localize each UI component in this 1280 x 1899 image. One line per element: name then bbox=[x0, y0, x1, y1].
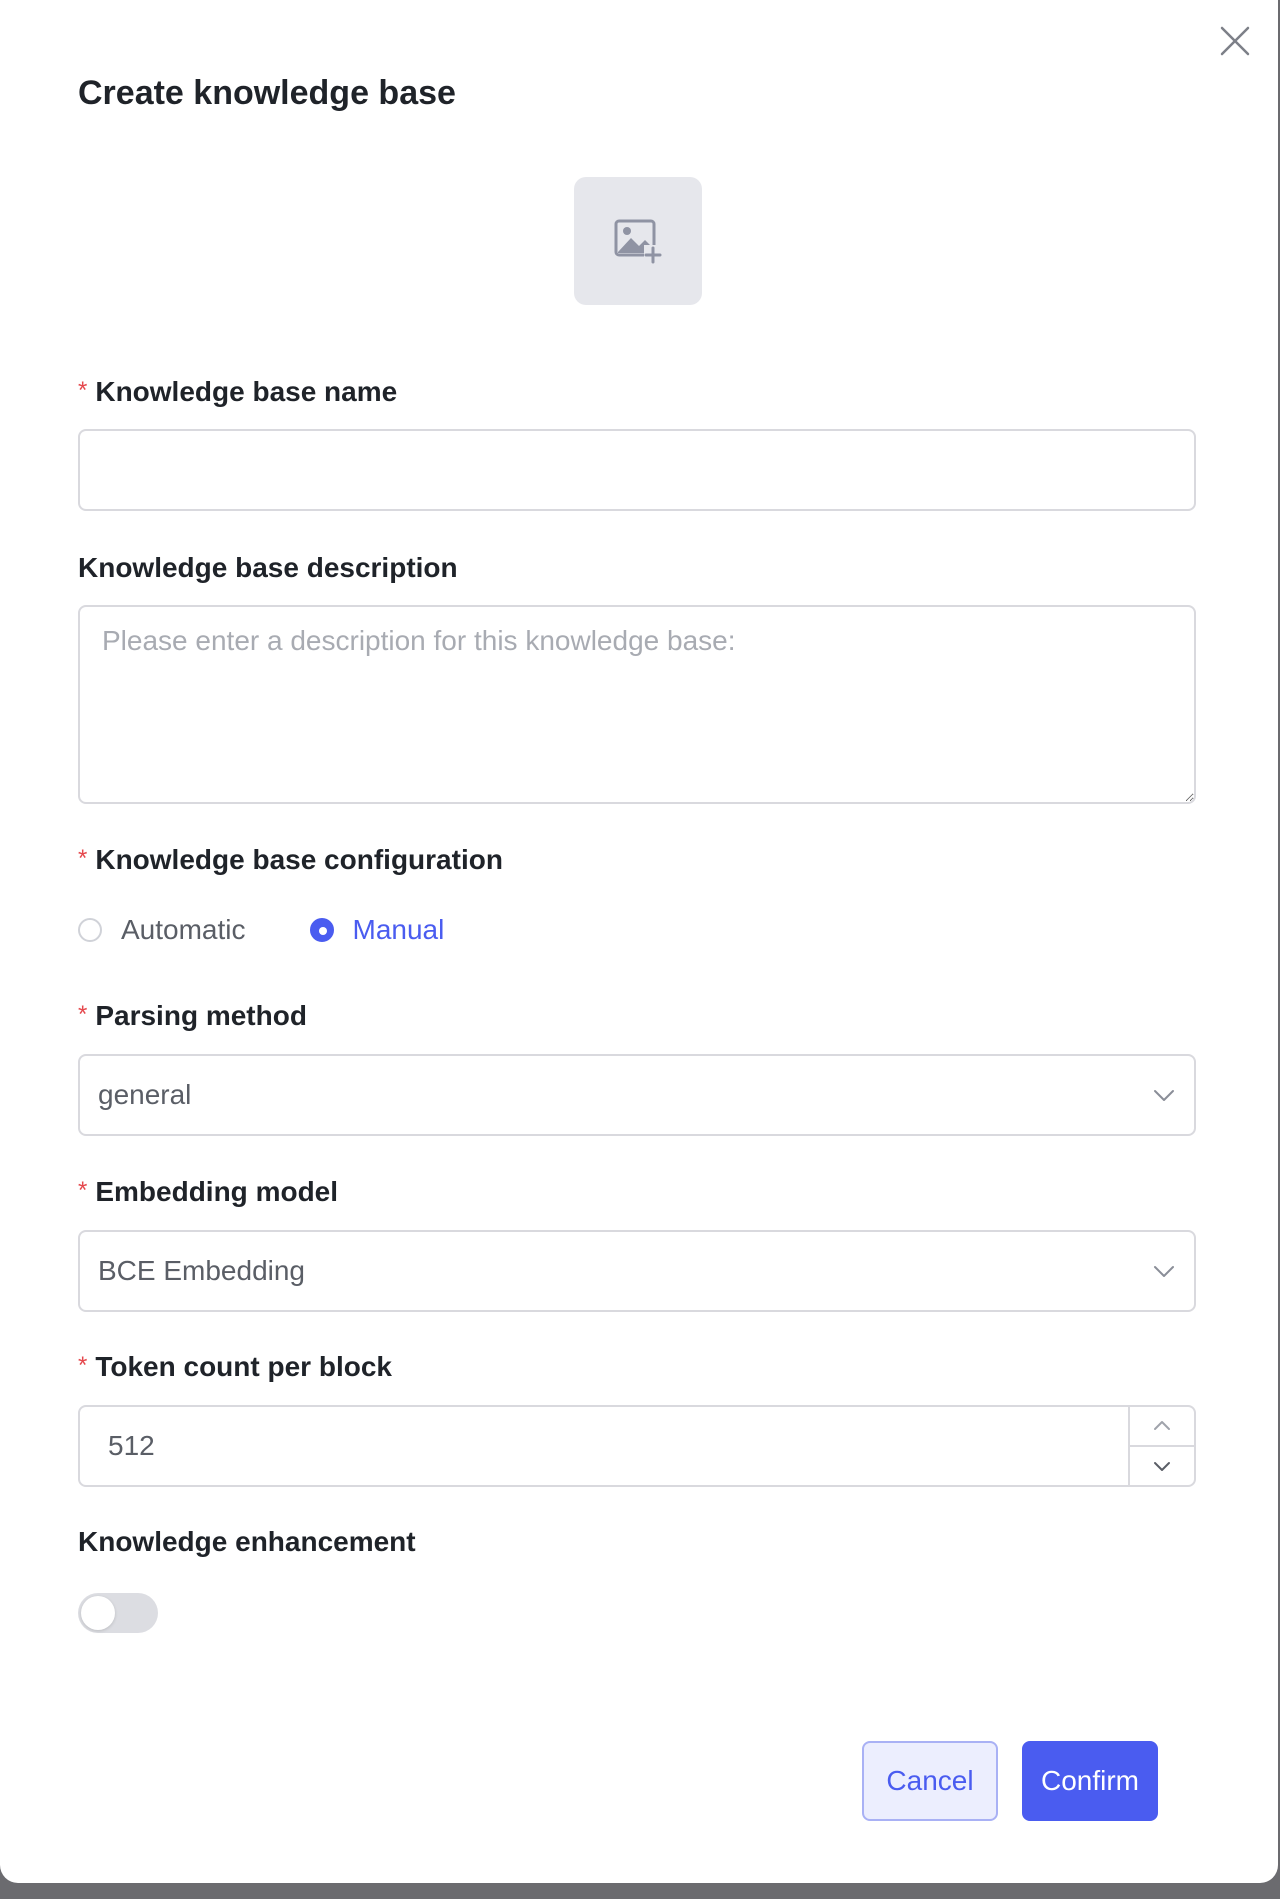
required-marker: * bbox=[78, 1352, 88, 1379]
token-count-label-text: Token count per block bbox=[95, 1351, 392, 1382]
toggle-knob bbox=[81, 1596, 115, 1630]
create-knowledge-base-dialog: Create knowledge base * Knowledge base na… bbox=[0, 0, 1278, 1883]
required-marker: * bbox=[78, 377, 88, 404]
close-icon bbox=[1220, 26, 1250, 56]
increment-button[interactable] bbox=[1130, 1407, 1194, 1445]
chevron-down-icon bbox=[1154, 1266, 1174, 1277]
radio-automatic[interactable]: Automatic bbox=[78, 914, 246, 946]
token-count-stepper: 512 bbox=[78, 1405, 1196, 1487]
chevron-down-icon bbox=[1154, 1462, 1170, 1471]
description-field-label: Knowledge base description bbox=[78, 552, 458, 584]
dialog-title: Create knowledge base bbox=[78, 74, 456, 112]
stepper-controls bbox=[1128, 1407, 1194, 1485]
required-marker: * bbox=[78, 1177, 88, 1204]
radio-automatic-circle bbox=[78, 918, 102, 942]
parsing-method-field-label: * Parsing method bbox=[78, 1000, 307, 1032]
confirm-button[interactable]: Confirm bbox=[1022, 1741, 1158, 1821]
enhancement-field-label: Knowledge enhancement bbox=[78, 1526, 416, 1558]
token-count-input[interactable]: 512 bbox=[80, 1407, 1128, 1485]
enhancement-label-text: Knowledge enhancement bbox=[78, 1526, 416, 1557]
cancel-button[interactable]: Cancel bbox=[862, 1741, 998, 1821]
radio-automatic-label: Automatic bbox=[121, 914, 246, 945]
chevron-down-icon bbox=[1154, 1090, 1174, 1101]
parsing-method-label-text: Parsing method bbox=[95, 1000, 307, 1031]
embedding-model-select[interactable]: BCE Embedding bbox=[78, 1230, 1196, 1312]
decrement-button[interactable] bbox=[1130, 1445, 1194, 1485]
knowledge-enhancement-toggle[interactable] bbox=[78, 1593, 158, 1633]
knowledge-base-name-input[interactable] bbox=[78, 429, 1196, 511]
token-count-field-label: * Token count per block bbox=[78, 1351, 392, 1383]
description-label-text: Knowledge base description bbox=[78, 552, 458, 583]
name-label-text: Knowledge base name bbox=[95, 376, 398, 407]
required-marker: * bbox=[78, 1001, 88, 1028]
configuration-field-label: * Knowledge base configuration bbox=[78, 844, 503, 876]
embedding-model-value: BCE Embedding bbox=[98, 1255, 306, 1286]
required-marker: * bbox=[78, 845, 88, 872]
avatar-upload-button[interactable] bbox=[574, 177, 702, 305]
chevron-up-icon bbox=[1154, 1421, 1170, 1430]
radio-manual-circle bbox=[309, 918, 334, 942]
image-add-icon bbox=[614, 219, 662, 264]
configuration-radio-group: Automatic Manual bbox=[78, 910, 508, 950]
parsing-method-value: general bbox=[98, 1079, 192, 1110]
embedding-model-label-text: Embedding model bbox=[95, 1176, 339, 1207]
radio-manual-label: Manual bbox=[352, 914, 445, 945]
configuration-label-text: Knowledge base configuration bbox=[95, 844, 503, 875]
radio-manual[interactable]: Manual bbox=[309, 914, 445, 946]
close-button[interactable] bbox=[1216, 22, 1254, 60]
parsing-method-select[interactable]: general bbox=[78, 1054, 1196, 1136]
knowledge-base-description-textarea[interactable] bbox=[78, 605, 1196, 804]
name-field-label: * Knowledge base name bbox=[78, 376, 397, 408]
embedding-model-field-label: * Embedding model bbox=[78, 1176, 338, 1208]
